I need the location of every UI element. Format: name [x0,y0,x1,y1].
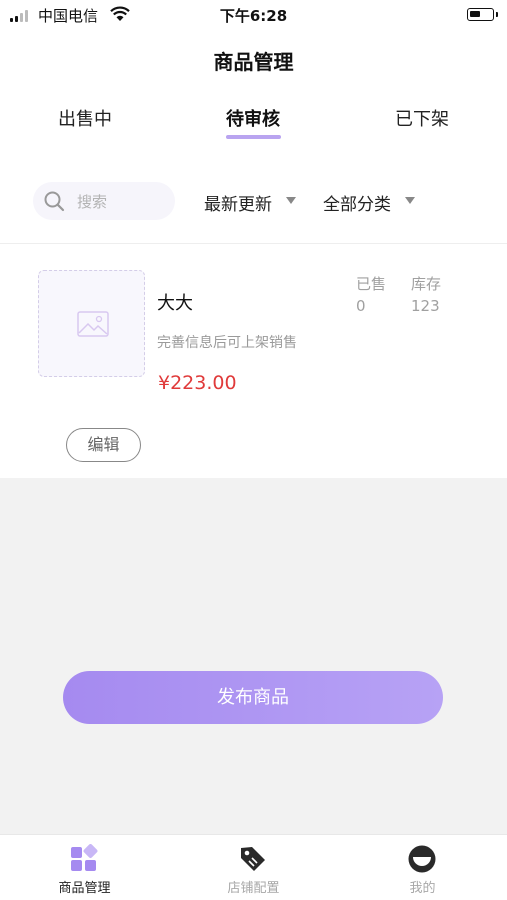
caret-down-icon [405,197,415,204]
page-title: 商品管理 [213,50,294,74]
nav-label: 我的 [409,881,436,896]
search-placeholder: 搜索 [77,193,108,211]
publish-product-button[interactable]: 发布商品 [63,671,443,724]
nav-label: 店铺配置 [227,881,280,896]
sort-dropdown[interactable]: 最新更新 [204,190,296,215]
bottom-nav: 商品管理 店铺配置 我的 [0,834,507,900]
stock-value: 123 [411,297,440,315]
grid-icon [71,844,98,871]
nav-item-store-config[interactable]: 店铺配置 [169,835,338,900]
tab-delisted[interactable]: 已下架 [362,105,482,131]
category-label: 全部分类 [323,195,391,215]
tag-icon [241,847,265,871]
category-dropdown[interactable]: 全部分类 [323,190,415,215]
edit-button[interactable]: 编辑 [66,428,141,462]
nav-label: 商品管理 [58,881,111,896]
sold-value: 0 [356,297,366,315]
caret-down-icon [286,197,296,204]
search-icon [44,191,65,212]
stock-label: 库存 [411,275,442,293]
tab-pending-review[interactable]: 待审核 [193,105,313,131]
divider [0,243,507,244]
search-input[interactable]: 搜索 [33,182,175,220]
status-bar: 中国电信 下午6:28 [0,0,507,30]
nav-item-mine[interactable]: 我的 [338,835,507,900]
product-name: 大大 [157,293,193,314]
battery-icon [467,8,498,21]
product-image-placeholder[interactable] [38,270,145,377]
tab-on-sale[interactable]: 出售中 [25,105,145,131]
profile-icon [408,845,436,873]
image-icon [77,311,109,337]
product-description: 完善信息后可上架销售 [157,335,297,351]
nav-item-product-management[interactable]: 商品管理 [0,835,169,900]
product-price: ¥223.00 [158,372,237,394]
active-tab-indicator [226,135,281,139]
sold-label: 已售 [356,275,387,293]
clock: 下午6:28 [219,7,288,25]
sort-label: 最新更新 [204,195,272,215]
